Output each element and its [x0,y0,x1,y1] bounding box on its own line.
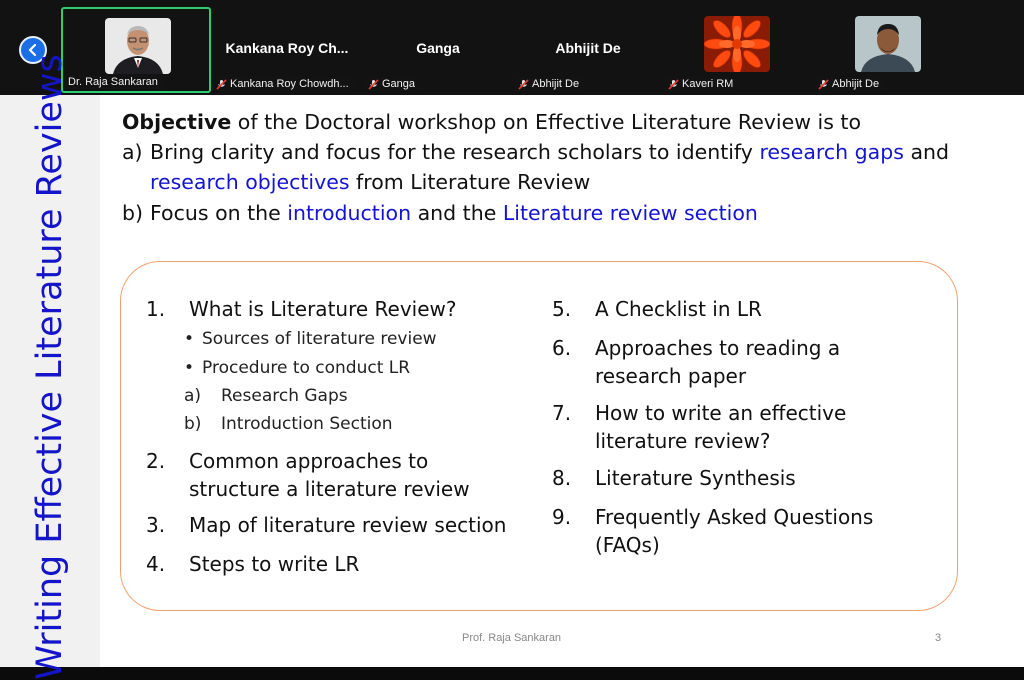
objective-line: Objective of the Doctoral workshop on Ef… [122,110,861,134]
participant-name-tag: Kankana Roy Chowdh... [213,77,354,91]
agenda-text: Frequently Asked Questions [595,505,874,529]
flower-photo-icon [704,16,770,72]
participant-tile-abhijit-1[interactable]: Abhijit De Abhijit De [513,7,663,93]
person-photo-icon [105,18,171,74]
participant-name-tag: Abhijit De [815,77,885,91]
participant-tile-kaveri[interactable]: Kaveri RM [663,7,813,93]
participant-name-tag: Ganga [365,77,421,91]
list-marker: b) [184,414,202,434]
highlight-literature-review-section: Literature review section [502,201,758,225]
mic-muted-icon [518,78,529,90]
agenda-text: How to write an effective [595,401,847,425]
slide-side-title: Writing Effective Literature Reviews [30,54,70,680]
objective-text: of the Doctoral workshop on Effective Li… [231,110,861,134]
agenda-number: 7. [552,401,572,425]
agenda-text: Map of literature review section [189,513,507,537]
sub-item-4: b) Introduction Section [184,413,393,435]
participant-tile-ganga[interactable]: Ganga Ganga [363,7,513,93]
agenda-item-9: 9. Frequently Asked Questions (FAQs) [552,503,912,559]
agenda-text: Common approaches to [189,449,429,473]
participant-name-tag: Kaveri RM [665,77,739,91]
bullet-marker: • [184,358,195,378]
objective-a-text: and [903,140,950,164]
sub-item-text: Procedure to conduct LR [202,358,411,378]
participant-name: Ganga [382,78,416,90]
agenda-number: 9. [552,505,572,529]
slide-footer-author: Prof. Raja Sankaran [462,632,562,644]
sub-item-text: Sources of literature review [202,329,437,349]
objective-label: Objective [122,110,232,134]
agenda-text: Steps to write LR [189,552,360,576]
agenda-text: research paper [595,364,747,388]
mic-muted-icon [818,78,829,90]
participant-name: Kaveri RM [682,78,734,90]
slide-sidebar: Writing Effective Literature Reviews [0,54,100,680]
participant-name: Abhijit De [832,78,880,90]
objective-b-text: and the [411,201,503,225]
participant-name-tag: Dr. Raja Sankaran [65,75,163,89]
agenda-text: literature review? [595,429,771,453]
person-photo-icon [855,16,921,72]
slide-page-number: 3 [935,632,942,644]
bullet-marker: • [184,329,195,349]
participant-name: Kankana Roy Chowdh... [230,78,349,90]
agenda-text: A Checklist in LR [595,297,762,321]
agenda-number: 2. [146,449,166,473]
agenda-item-2: 2. Common approaches to structure a lite… [146,447,536,503]
mic-muted-icon [668,78,679,90]
sub-item-text: Introduction Section [221,414,393,434]
objective-a-text: Bring clarity and focus for the research… [150,140,760,164]
participant-video-abhijit [855,16,921,72]
agenda-text: What is Literature Review? [189,297,457,321]
sub-item-3: a) Research Gaps [184,385,348,407]
agenda-number: 6. [552,336,572,360]
shared-slide: Writing Effective Literature Reviews Obj… [0,54,1024,680]
participant-tile-raja[interactable]: Dr. Raja Sankaran [61,7,211,93]
agenda-number: 4. [146,552,166,576]
objective-b-label: b) [122,201,144,225]
objective-a-line2: research objectives from Literature Revi… [150,170,590,194]
participant-display-name: Abhijit De [555,40,621,56]
mic-muted-icon [216,78,227,90]
participant-display-name: Kankana Roy Ch... [225,40,349,56]
participant-name-tag: Abhijit De [515,77,585,91]
agenda-text: (FAQs) [595,533,660,557]
objective-b-text: Focus on the [150,201,288,225]
participant-display-name: Ganga [416,40,460,56]
participant-video-raja [105,18,171,74]
highlight-introduction: introduction [287,201,412,225]
agenda-number: 8. [552,466,572,490]
objective-a-text: from Literature Review [349,170,591,194]
agenda-number: 3. [146,513,166,537]
agenda-item-7: 7. How to write an effective literature … [552,399,912,455]
mic-muted-icon [368,78,379,90]
agenda-text: Literature Synthesis [595,466,796,490]
sub-item-text: Research Gaps [221,386,348,406]
participant-name: Abhijit De [532,78,580,90]
sub-item-1: • Sources of literature review [184,328,437,350]
highlight-research-gaps: research gaps [759,140,904,164]
participant-name: Dr. Raja Sankaran [68,76,158,88]
agenda-item-6: 6. Approaches to reading a research pape… [552,334,912,390]
participant-tile-abhijit-2[interactable]: Abhijit De [813,7,963,93]
agenda-number: 5. [552,297,572,321]
objective-b-line: b) Focus on the introduction and the Lit… [122,201,758,225]
agenda-number: 1. [146,297,166,321]
participant-video-kaveri [704,16,770,72]
participant-tile-kankana[interactable]: Kankana Roy Ch... Kankana Roy Chowdh... [211,7,363,93]
agenda-text: structure a literature review [189,477,470,501]
agenda-text: Approaches to reading a [595,336,841,360]
sub-item-2: • Procedure to conduct LR [184,357,410,379]
objective-a-label: a) [122,140,143,164]
participant-strip: Dr. Raja Sankaran Kankana Roy Ch... Kank… [0,0,1024,95]
highlight-research-objectives: research objectives [150,170,350,194]
objective-a-line1: a) Bring clarity and focus for the resea… [122,140,949,164]
list-marker: a) [184,386,202,406]
